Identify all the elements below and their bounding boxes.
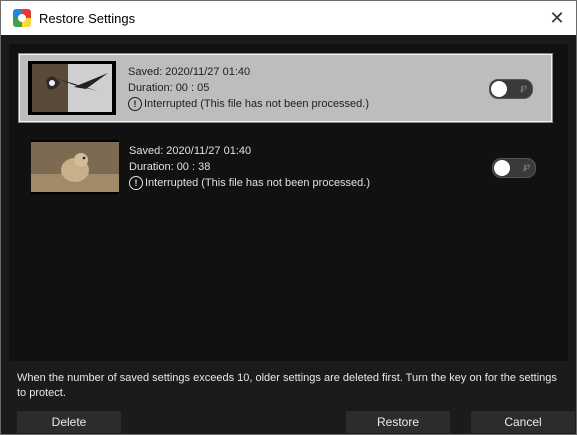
app-icon	[13, 9, 31, 27]
toggle-knob	[491, 81, 507, 97]
protect-key-toggle[interactable]: ℘	[492, 158, 536, 178]
item-info: Saved: 2020/11/27 01:40 Duration: 00 : 3…	[129, 143, 370, 191]
status-text: Interrupted (This file has not been proc…	[144, 98, 370, 110]
close-icon[interactable]: ✕	[544, 5, 570, 31]
window-title: Restore Settings	[39, 10, 136, 26]
duration: Duration: 00 : 05	[128, 82, 210, 94]
saved-settings-list: Saved: 2020/11/27 01:40 Duration: 00 : 0…	[9, 44, 568, 361]
saved-time: Saved: 2020/11/27 01:40	[128, 66, 251, 78]
item-info: Saved: 2020/11/27 01:40 Duration: 00 : 0…	[128, 64, 369, 112]
alert-circle-icon: !	[129, 176, 143, 190]
key-icon: ℘	[520, 82, 527, 93]
saved-time: Saved: 2020/11/27 01:40	[129, 145, 252, 157]
list-item[interactable]: Saved: 2020/11/27 01:40 Duration: 00 : 3…	[21, 134, 554, 200]
protect-key-toggle[interactable]: ℘	[489, 79, 533, 99]
toggle-knob	[494, 160, 510, 176]
notice-text: When the number of saved settings exceed…	[17, 372, 557, 399]
list-item[interactable]: Saved: 2020/11/27 01:40 Duration: 00 : 0…	[19, 54, 552, 122]
key-icon: ℘	[523, 161, 530, 172]
status-text: Interrupted (This file has not been proc…	[145, 177, 371, 189]
duration: Duration: 00 : 38	[129, 161, 211, 173]
restore-button[interactable]: Restore	[346, 411, 450, 433]
thumbnail-prairie-dog	[31, 140, 119, 194]
title-bar: Restore Settings ✕	[1, 1, 576, 35]
delete-button[interactable]: Delete	[17, 411, 121, 433]
thumbnail-bird	[28, 61, 116, 115]
restore-settings-dialog: Restore Settings ✕ Saved: 2020/11/27 01:…	[0, 0, 577, 435]
cancel-button[interactable]: Cancel	[471, 411, 575, 433]
alert-circle-icon: !	[128, 97, 142, 111]
